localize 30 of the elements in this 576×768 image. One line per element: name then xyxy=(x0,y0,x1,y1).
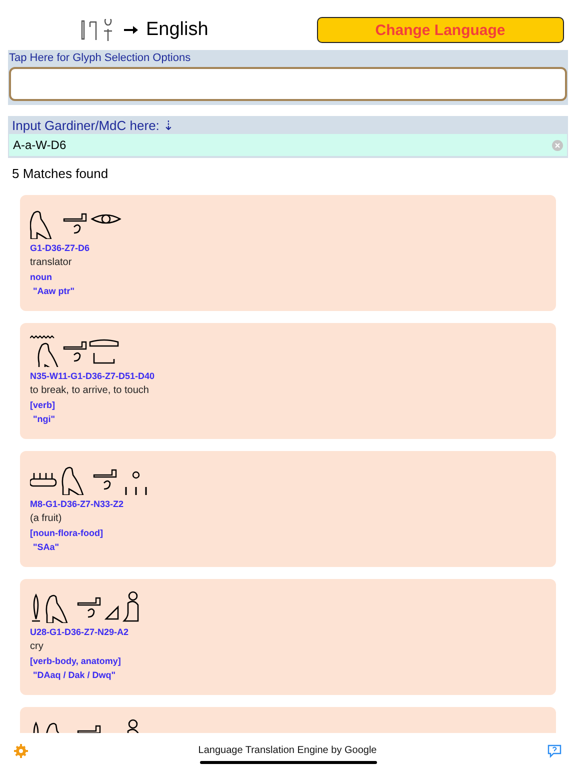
help-icon[interactable] xyxy=(547,744,562,758)
meaning-text: cry xyxy=(30,641,44,652)
credit-text: Language Translation Engine by Google xyxy=(198,745,377,756)
result-card[interactable]: G1-D36-Z7-D6 translator noun "Aaw ptr" xyxy=(20,195,556,311)
word-category: noun xyxy=(30,272,52,282)
word-category: [verb] xyxy=(30,400,56,410)
settings-icon[interactable] xyxy=(14,744,28,758)
transliteration: "SAa" xyxy=(32,542,60,552)
gardiner-code: U28-G1-D36-Z7-N29-A2 xyxy=(30,627,129,637)
word-category: [verb-body, anatomy] xyxy=(30,656,121,666)
clear-icon[interactable] xyxy=(552,140,563,150)
input-label: Input Gardiner/MdC here: ⇣ xyxy=(11,118,176,134)
result-card[interactable]: M8-G1-D36-Z7-N33-Z2 (a fruit) [noun-flora-food] "SAa" xyxy=(20,451,556,567)
meaning-text: to break, to arrive, to touch xyxy=(30,385,149,396)
gardiner-code: M8-G1-D36-Z7-N33-Z2 xyxy=(30,499,124,509)
transliteration: "ngi" xyxy=(32,414,56,424)
meaning-text: translator xyxy=(30,257,72,268)
meaning-text: (a fruit) xyxy=(30,513,62,524)
result-card[interactable]: U28-G1-D36-Z7-N29-A2 cry [verb-body, anatomy] "DAaq / Dak / Dwq" xyxy=(20,579,556,695)
gardiner-code: N35-W11-G1-D36-Z7-D51-D40 xyxy=(30,371,155,381)
matches-count: 5 Matches found xyxy=(12,166,110,181)
target-language: English xyxy=(146,19,208,41)
arrow-icon xyxy=(124,26,138,34)
transliteration: "Aaw ptr" xyxy=(32,286,75,296)
glyph-display-field[interactable] xyxy=(9,67,567,101)
code-input-field[interactable]: A-a-W-D6 xyxy=(9,134,567,156)
transliteration: "DAaq / Dak / Dwq" xyxy=(32,670,116,680)
gardiner-code: G1-D36-Z7-D6 xyxy=(30,243,90,253)
word-category: [noun-flora-food] xyxy=(30,528,103,538)
result-card[interactable]: N35-W11-G1-D36-Z7-D51-D40 to break, to arrive, to touch [verb] "ngi" xyxy=(20,323,556,439)
